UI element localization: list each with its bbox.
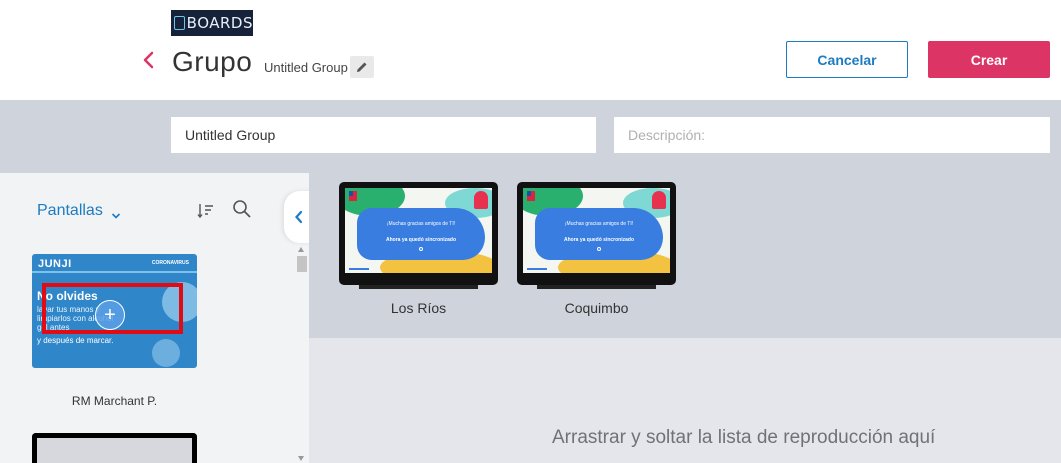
cancel-button[interactable]: Cancelar xyxy=(786,41,908,78)
group-name-input[interactable] xyxy=(171,117,596,153)
screen-thumbnail[interactable]: JUNJI CORONAVIRUS No olvides lavar tus m… xyxy=(32,254,197,368)
screen-foot-bar xyxy=(349,268,369,270)
group-screen-name: Coquimbo xyxy=(564,300,629,316)
add-screen-button[interactable]: + xyxy=(95,300,125,330)
group-screen-monitor[interactable]: ¡Muchas gracias amigos de TI! Ahora ya q… xyxy=(339,182,498,289)
flag-canton xyxy=(527,191,531,196)
group-screen-name: Los Ríos xyxy=(390,300,447,316)
group-name-subtitle: Untitled Group * xyxy=(264,60,357,75)
screen-thumbnail[interactable] xyxy=(32,433,197,463)
screen-line2: Ahora ya quedó sincronizado xyxy=(385,237,456,243)
thumb-divider xyxy=(32,271,197,273)
thumb-corner-text: CORONAVIRUS xyxy=(151,260,189,266)
page-title: Grupo xyxy=(172,46,253,77)
screen-line2: Ahora ya quedó sincronizado xyxy=(563,237,634,243)
thumb-headline: No olvides xyxy=(37,289,98,303)
edit-title-button[interactable] xyxy=(350,56,374,78)
group-screen-monitor[interactable]: ¡Muchas gracias amigos de TI! Ahora ya q… xyxy=(517,182,676,289)
scrollbar-thumb[interactable] xyxy=(297,256,307,272)
thumb-logo: JUNJI xyxy=(38,258,72,270)
smile-icon xyxy=(419,247,423,251)
flag-canton xyxy=(349,191,353,196)
drop-hint-text: Arrastrar y soltar la lista de reproducc… xyxy=(552,427,936,448)
screens-dropdown[interactable]: Pantallas xyxy=(37,202,103,220)
monitor-base xyxy=(359,285,478,289)
description-input[interactable] xyxy=(614,117,1050,153)
screen-message-box xyxy=(535,208,663,260)
screen-line1: ¡Muchas gracias amigos de TI! xyxy=(386,221,456,227)
search-icon[interactable] xyxy=(232,199,252,219)
monitor-screen: ¡Muchas gracias amigos de TI! Ahora ya q… xyxy=(345,188,492,273)
boards-logo: BOARDS xyxy=(171,10,253,36)
chevron-down-icon[interactable] xyxy=(111,207,121,219)
thumb-bottom: y después de marcar. xyxy=(37,336,114,345)
scroll-down-arrow-icon[interactable] xyxy=(298,456,304,461)
badge-icon xyxy=(652,191,666,209)
thumb-graphic xyxy=(152,339,180,367)
monitor-logo-icon xyxy=(174,16,185,30)
scroll-up-arrow-icon[interactable] xyxy=(298,247,304,252)
logo-text: BOARDS xyxy=(186,14,253,32)
thumb-hands-graphic xyxy=(162,282,197,322)
chevron-left-icon xyxy=(295,210,303,224)
monitor-screen: ¡Muchas gracias amigos de TI! Ahora ya q… xyxy=(523,188,670,273)
back-chevron-icon[interactable] xyxy=(140,48,158,72)
create-button[interactable]: Crear xyxy=(928,41,1050,78)
screen-line1: ¡Muchas gracias amigos de TI! xyxy=(564,221,634,227)
badge-icon xyxy=(474,191,488,209)
screen-message-box xyxy=(357,208,485,260)
screen-name: RM Marchant P. xyxy=(71,394,158,408)
sort-icon[interactable] xyxy=(197,202,215,220)
panel-scrollbar[interactable] xyxy=(296,246,308,463)
smile-icon xyxy=(597,247,601,251)
pencil-icon xyxy=(357,62,367,72)
monitor-base xyxy=(537,285,656,289)
screen-foot-bar xyxy=(527,268,547,270)
